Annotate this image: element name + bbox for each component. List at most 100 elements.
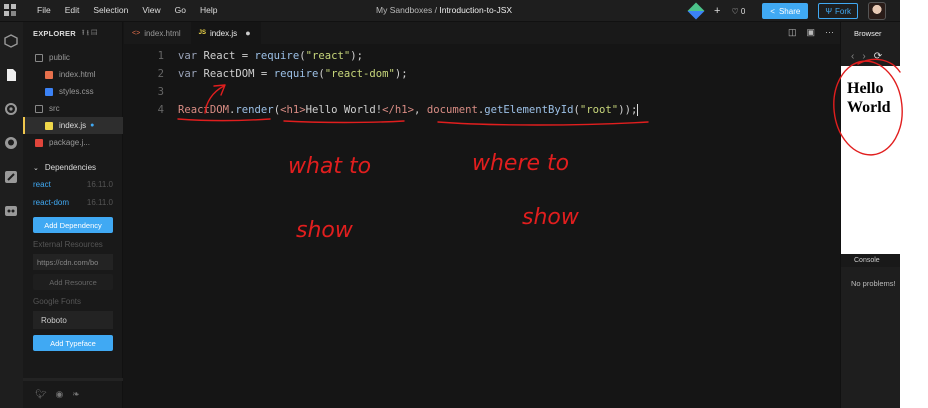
twitter-icon[interactable]: 🐦︎ [35,389,46,400]
code-text: ReactDOM = [197,68,274,80]
heart-icon: ♡ [731,6,739,16]
menu-go[interactable]: Go [175,5,186,15]
live-collaboration-icon[interactable] [4,204,18,218]
explorer-tools[interactable]: ⭱⭳▤ [82,27,100,40]
tab-index-html[interactable]: <> index.html [124,22,191,44]
title-name[interactable]: Introduction-to-JSX [439,5,512,15]
code-editor[interactable]: 1 2 3 4 var React = require("react"); va… [124,44,840,408]
file-package-json[interactable]: package.j... [23,134,123,151]
file-label: package.j... [49,138,90,147]
browser-panel: Browser ‹ › ⟳ Hello World Console No prob… [840,22,900,408]
document-object: document [426,104,478,116]
share-button[interactable]: < Share [762,3,809,19]
split-editor-icon[interactable]: ◫ [788,27,797,38]
js-file-icon [45,121,53,130]
explorer-footer: 🐦︎ ◉ ❧ [23,378,123,408]
keyword: var [178,50,198,62]
tab-index-js[interactable]: JS index.js ● [190,22,261,44]
json-file-icon [35,138,43,147]
discord-icon[interactable]: ❧ [72,389,80,400]
folder-src[interactable]: src [23,100,123,117]
new-file-icon[interactable]: ▤ [91,28,99,37]
window-edge [900,0,928,408]
file-label: public [49,53,70,62]
file-styles-css[interactable]: styles.css [23,83,123,100]
user-avatar[interactable] [868,2,887,20]
add-typeface-button[interactable]: Add Typeface [33,335,113,351]
file-index-html[interactable]: index.html [23,66,123,83]
line-number: 2 [157,68,164,80]
file-label: styles.css [59,87,94,96]
share-icon: < [770,6,775,16]
explorer-title: EXPLORER [33,28,76,38]
getter-method: getElementById [484,104,574,116]
editor-tabs: <> index.html JS index.js ● ◫ ▣ ⋯ [124,22,840,44]
forward-icon[interactable]: › [862,51,865,62]
editor-tab-tools: ◫ ▣ ⋯ [788,27,834,38]
menu-help[interactable]: Help [200,5,217,15]
tab-label: index.html [144,28,181,38]
explorer-header: EXPLORER ⭱⭳▤ [23,22,122,44]
title-prefix[interactable]: My Sandboxes / [376,5,437,15]
menu-selection[interactable]: Selection [93,5,128,15]
sandbox-status-icon[interactable] [687,2,705,20]
create-button[interactable]: + [714,5,720,17]
code-punct: ); [394,68,408,80]
google-font-input[interactable]: Roboto [33,311,113,329]
dependency-react[interactable]: react 16.11.0 [33,180,113,189]
preview-heading: Hello World [847,80,891,116]
back-icon[interactable]: ‹ [851,51,854,62]
add-resource-button[interactable]: Add Resource [33,274,113,290]
jsx-open-tag: <h1> [280,104,306,116]
dependency-version: 16.11.0 [86,180,113,189]
dependencies-label: Dependencies [44,163,97,172]
folder-icon [35,104,43,113]
fork-button[interactable]: Ψ Fork [818,3,859,19]
menu-bar: File Edit Selection View Go Help [37,5,217,15]
line-number: 4 [157,104,164,116]
code-punct: ); [350,50,364,62]
code-text: React = [197,50,255,62]
html-file-icon [45,70,53,79]
dependencies-header[interactable]: ⌄ Dependencies [23,159,123,176]
browser-viewport[interactable]: Hello World [841,66,900,254]
like-button[interactable]: ♡ 0 [731,7,745,16]
dependency-react-dom[interactable]: react-dom 16.11.0 [33,198,113,207]
github-footer-icon[interactable]: ◉ [55,389,63,400]
codesandbox-logo-icon[interactable] [3,3,17,17]
file-label: src [49,104,60,113]
more-options-icon[interactable]: ⋯ [825,27,834,38]
function-call: require [273,68,319,80]
keyword: var [178,68,198,80]
file-explorer-icon[interactable] [4,68,18,82]
add-dependency-button[interactable]: Add Dependency [33,217,113,233]
google-fonts-label: Google Fonts [33,297,82,306]
text-cursor [637,104,639,116]
file-label: index.js [59,121,87,130]
string-literal: "react" [305,50,351,62]
external-resource-input[interactable]: https://cdn.com/bo [33,254,113,270]
sandbox-title: My Sandboxes / Introduction-to-JSX [376,5,512,15]
menu-file[interactable]: File [37,5,51,15]
toggle-preview-icon[interactable]: ▣ [806,27,815,38]
topbar-actions: + ♡ 0 < Share Ψ Fork [687,2,887,20]
code-line-2: var ReactDOM = require("react-dom"); [178,68,408,80]
unsaved-dot[interactable]: ● [245,28,250,38]
chevron-down-icon: ⌄ [33,164,39,172]
refresh-icon[interactable]: ⟳ [874,51,882,62]
folder-public[interactable]: public [23,49,123,66]
menu-edit[interactable]: Edit [65,5,80,15]
code-line-4: ReactDOM.render(<h1>Hello World!</h1>, d… [178,104,639,116]
code-punct: , [414,104,427,116]
sandbox-info-icon[interactable] [4,34,18,48]
console-header[interactable]: Console [841,254,900,267]
github-icon[interactable] [4,136,18,150]
external-resources-label: External Resources [33,240,103,249]
menu-view[interactable]: View [142,5,160,15]
file-index-js[interactable]: index.js ● [23,117,123,134]
deploy-icon[interactable] [4,170,18,184]
css-file-icon [45,87,53,96]
browser-title: Browser [854,29,882,38]
fork-label: Fork [835,6,852,16]
settings-icon[interactable] [4,102,18,116]
